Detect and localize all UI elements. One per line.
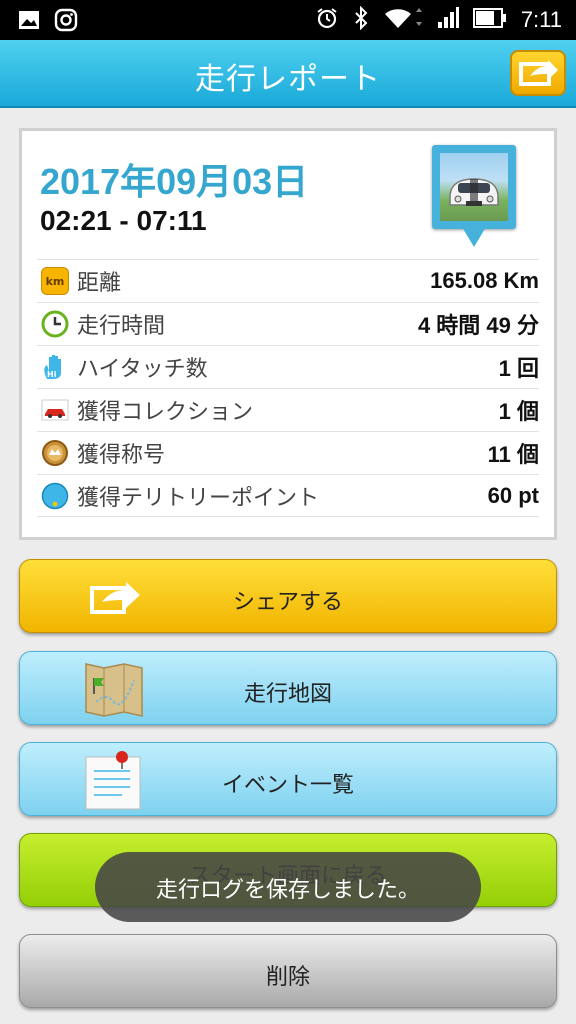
report-time-range: 02:21 - 07:11	[40, 205, 207, 236]
car-photo-icon	[432, 145, 516, 247]
clock-time: 7:11	[520, 7, 562, 32]
alarm-icon	[315, 6, 339, 34]
event-list-button-label: イベント一覧	[221, 773, 354, 798]
drive-map-button-label: 走行地図	[243, 682, 332, 707]
stat-label: 走行時間	[77, 314, 166, 339]
share-button-label: シェアする	[232, 590, 343, 615]
stat-label: 獲得称号	[77, 443, 166, 468]
battery-icon	[472, 7, 507, 33]
stat-row-collection: 獲得コレクション 1 個	[37, 388, 539, 431]
km-icon: km	[41, 267, 69, 295]
stat-row-hi-touch: Hi ハイタッチ数 1 回	[37, 345, 539, 388]
image-icon	[18, 9, 40, 35]
title-medal-icon	[41, 439, 69, 467]
delete-button-label: 削除	[265, 965, 310, 990]
stat-label: 距離	[77, 271, 122, 296]
instagram-icon	[54, 8, 78, 36]
report-card: 2017年09月03日 02:21 - 07:11 km 距離 165.08 K…	[19, 128, 557, 540]
car-collection-icon	[41, 396, 69, 424]
stat-row-drive-time: 走行時間 4 時間 49 分	[37, 302, 539, 345]
app-header: 走行レポート	[0, 40, 576, 108]
stat-label: 獲得コレクション	[77, 400, 254, 425]
wifi-icon	[383, 6, 423, 34]
stat-value: 11 個	[487, 442, 539, 467]
report-stats-list: km 距離 165.08 Km 走行時間 4 時間 49 分 Hi ハイタッチ数…	[37, 259, 539, 517]
delete-button[interactable]: 削除	[19, 934, 557, 1008]
page-title: 走行レポート	[195, 62, 381, 97]
toast-text: 走行ログを保存しました。	[155, 878, 420, 903]
stat-value: 60 pt	[487, 482, 539, 508]
stat-value: 165.08 Km	[430, 268, 539, 293]
share-button[interactable]: シェアする	[19, 559, 557, 633]
stat-value: 4 時間 49 分	[417, 313, 539, 338]
stat-row-titles: 獲得称号 11 個	[37, 431, 539, 474]
signal-icon	[437, 6, 459, 34]
clock-icon	[41, 310, 69, 338]
header-share-button[interactable]	[510, 50, 566, 96]
stat-label: 獲得テリトリーポイント	[77, 485, 320, 511]
status-bar: 7:11	[0, 0, 576, 40]
event-list-button[interactable]: イベント一覧	[19, 742, 557, 816]
stat-label: ハイタッチ数	[77, 357, 208, 382]
hi-touch-icon: Hi	[41, 353, 69, 381]
spot-icon	[41, 482, 69, 510]
share-icon	[512, 60, 564, 98]
report-date: 2017年09月03日	[40, 161, 309, 202]
stat-value: 1 回	[498, 356, 539, 381]
toast-message: 走行ログを保存しました。	[95, 852, 481, 922]
svg-text:Hi: Hi	[47, 370, 57, 379]
stat-value: 1 個	[498, 399, 539, 424]
drive-map-button[interactable]: 走行地図	[19, 651, 557, 725]
stat-row-distance: km 距離 165.08 Km	[37, 259, 539, 302]
bluetooth-icon	[353, 5, 369, 34]
stat-row-territory: 獲得テリトリーポイント 60 pt	[37, 474, 539, 517]
